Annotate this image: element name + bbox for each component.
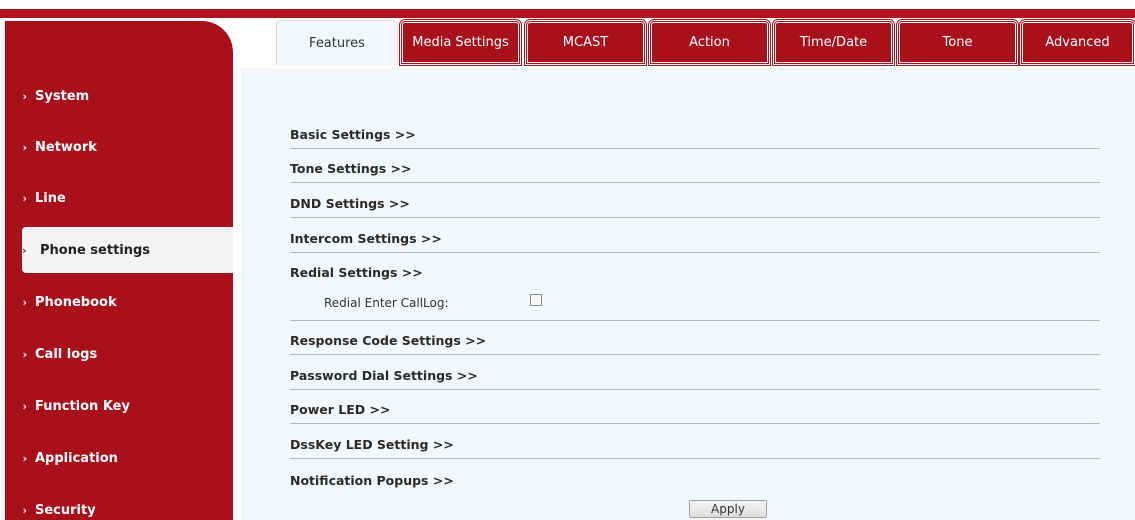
section-title[interactable]: Basic Settings >> xyxy=(290,127,416,142)
section-intercom-settings[interactable]: Intercom Settings >> xyxy=(290,219,1100,253)
redial-enter-calllog-checkbox[interactable] xyxy=(530,294,542,306)
chevron-right-icon: › xyxy=(22,295,27,309)
chevron-right-icon: › xyxy=(22,347,27,361)
section-title[interactable]: Password Dial Settings >> xyxy=(290,368,478,383)
chevron-right-icon: › xyxy=(22,503,27,517)
section-title[interactable]: Power LED >> xyxy=(290,402,390,417)
section-notification-popups[interactable]: Notification Popups >> xyxy=(290,460,1100,494)
sidebar-item-call-logs[interactable]: › Call logs xyxy=(5,334,233,374)
sidebar-item-label: Phone settings xyxy=(40,242,151,258)
tab-action[interactable]: Action xyxy=(648,19,771,66)
section-title[interactable]: Tone Settings >> xyxy=(290,161,411,176)
section-response-code-settings[interactable]: Response Code Settings >> xyxy=(290,321,1100,355)
sidebar-item-label: Security xyxy=(35,502,96,518)
chevron-right-icon: › xyxy=(22,399,27,413)
section-dsskey-led-setting[interactable]: DssKey LED Setting >> xyxy=(290,425,1100,459)
section-tone-settings[interactable]: Tone Settings >> xyxy=(290,149,1100,183)
sidebar-item-label: Network xyxy=(35,139,97,155)
sidebar-item-network[interactable]: › Network xyxy=(5,127,233,167)
section-basic-settings[interactable]: Basic Settings >> xyxy=(290,115,1100,149)
sidebar-item-label: Phonebook xyxy=(35,294,117,310)
sidebar-item-application[interactable]: › Application xyxy=(5,438,233,478)
section-dnd-settings[interactable]: DND Settings >> xyxy=(290,184,1100,218)
apply-button[interactable]: Apply xyxy=(689,500,767,518)
features-panel: Basic Settings >> Tone Settings >> DND S… xyxy=(241,68,1135,520)
sidebar-item-label: Application xyxy=(35,450,118,466)
tab-mcast[interactable]: MCAST xyxy=(524,19,647,66)
section-title[interactable]: DssKey LED Setting >> xyxy=(290,437,454,452)
chevron-right-icon: › xyxy=(22,140,27,154)
sidebar-item-line[interactable]: › Line xyxy=(5,178,233,218)
redial-enter-calllog-label: Redial Enter CallLog: xyxy=(324,296,449,310)
sidebar-item-system[interactable]: › System xyxy=(5,76,233,116)
section-title[interactable]: Intercom Settings >> xyxy=(290,231,442,246)
sidebar-item-phone-settings[interactable]: › Phone settings xyxy=(22,227,233,273)
sidebar-item-label: Call logs xyxy=(35,346,98,362)
section-title[interactable]: Response Code Settings >> xyxy=(290,333,486,348)
tab-media-settings[interactable]: Media Settings xyxy=(399,19,522,66)
sidebar-item-label: System xyxy=(35,88,90,104)
tab-time-date[interactable]: Time/Date xyxy=(772,19,895,66)
chevron-right-icon: › xyxy=(22,451,27,465)
chevron-right-icon: › xyxy=(22,243,27,257)
tab-features[interactable]: Features xyxy=(276,20,398,65)
section-redial-settings[interactable]: Redial Settings >> xyxy=(290,253,1100,321)
sidebar-item-function-key[interactable]: › Function Key xyxy=(5,386,233,426)
tab-advanced[interactable]: Advanced xyxy=(1019,19,1135,66)
sidebar: › System › Network › Line › Phone settin… xyxy=(5,18,236,520)
section-power-led[interactable]: Power LED >> xyxy=(290,390,1100,424)
top-brand-bar xyxy=(0,9,1135,18)
section-title[interactable]: Notification Popups >> xyxy=(290,473,454,488)
sidebar-item-phonebook[interactable]: › Phonebook xyxy=(5,282,233,322)
section-title[interactable]: Redial Settings >> xyxy=(290,265,423,280)
chevron-right-icon: › xyxy=(22,89,27,103)
sidebar-item-label: Function Key xyxy=(35,398,130,414)
section-password-dial-settings[interactable]: Password Dial Settings >> xyxy=(290,356,1100,390)
section-title[interactable]: DND Settings >> xyxy=(290,196,410,211)
tab-tone[interactable]: Tone xyxy=(896,19,1019,66)
tab-bar: Features Media Settings MCAST Action Tim… xyxy=(233,18,1135,68)
sidebar-item-label: Line xyxy=(35,190,66,206)
chevron-right-icon: › xyxy=(22,191,27,205)
sidebar-item-security[interactable]: › Security xyxy=(5,490,233,520)
